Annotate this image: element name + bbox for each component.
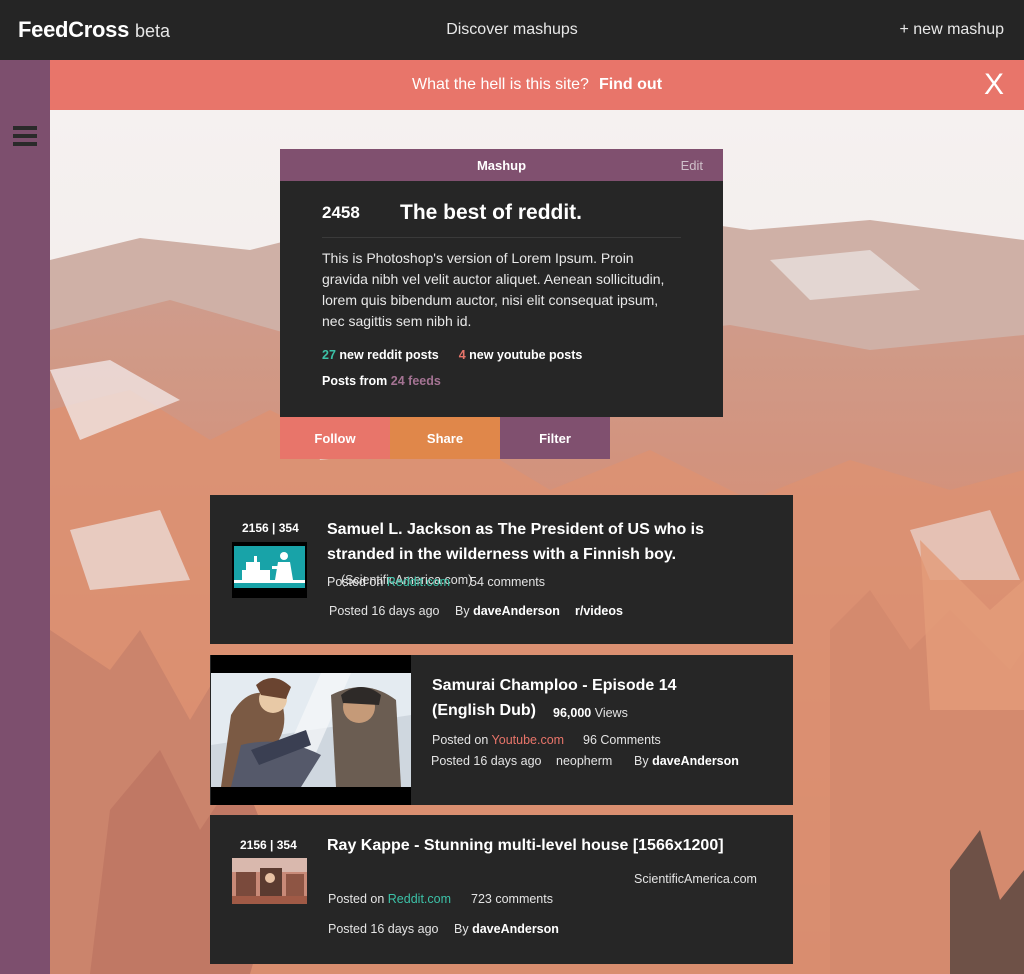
youtube-posts-stat: 4 new youtube posts <box>459 348 583 362</box>
discover-mashups-link[interactable]: Discover mashups <box>446 21 578 38</box>
mashup-score: 2458 <box>322 203 360 222</box>
video-title-line1[interactable]: Samurai Champloo - Episode 14 <box>432 677 677 694</box>
comments-link[interactable]: 723 comments <box>471 892 553 906</box>
post-source: ScientificAmerica.com <box>634 872 757 886</box>
edit-mashup-link[interactable]: Edit <box>681 158 703 173</box>
comments-link[interactable]: 54 comments <box>470 575 545 589</box>
posted-on-label: Posted on <box>328 892 385 906</box>
mashup-card: Mashup Edit 2458 The best of reddit. Thi… <box>280 149 723 417</box>
follow-button[interactable]: Follow <box>280 417 390 459</box>
post-age: Posted 16 days ago <box>431 754 542 768</box>
post-card: 2156 | 354 Ray Kappe - Stunning multi-le… <box>210 815 793 964</box>
channel-link[interactable]: neopherm <box>556 754 612 768</box>
views-label: Views <box>594 706 628 720</box>
posted-on-label: Posted on <box>327 575 384 589</box>
posted-on-label: Posted on <box>432 733 489 747</box>
hamburger-menu-icon[interactable] <box>13 126 37 146</box>
info-banner: What the hell is this site? Find out X <box>50 60 1024 110</box>
post-title-text[interactable]: Samuel L. Jackson as The President of US… <box>327 521 704 563</box>
author-link[interactable]: daveAnderson <box>473 604 560 618</box>
post-thumbnail[interactable] <box>232 542 307 598</box>
feeds-prefix: Posts from <box>322 374 388 388</box>
site-link[interactable]: Reddit.com <box>388 892 451 906</box>
post-age: Posted 16 days ago <box>329 604 440 618</box>
mashup-description: This is Photoshop's version of Lorem Ips… <box>322 250 665 329</box>
post-author: By daveAnderson <box>454 922 559 936</box>
close-banner-button[interactable]: X <box>984 68 1004 102</box>
vote-counts: 2156 | 354 <box>240 838 297 852</box>
video-post-card: Samurai Champloo - Episode 14 (English D… <box>210 655 793 805</box>
reddit-count: 27 <box>322 348 336 362</box>
feeds-count-line: Posts from 24 feeds <box>322 374 681 388</box>
mashup-header-label: Mashup <box>476 157 527 173</box>
video-views: 96,000 Views <box>553 706 628 720</box>
mashup-title: The best of reddit. <box>400 201 583 224</box>
post-title-text[interactable]: Ray Kappe - Stunning multi-level house [… <box>327 837 724 854</box>
brand-name[interactable]: FeedCross <box>18 17 129 43</box>
mashup-stats: 27 new reddit posts 4 new youtube posts <box>322 348 681 362</box>
video-thumbnail[interactable] <box>211 655 411 805</box>
video-origin: Posted on Youtube.com <box>432 733 564 747</box>
mashup-title-row: 2458 The best of reddit. <box>322 201 681 238</box>
site-link[interactable]: Reddit.com <box>387 575 450 589</box>
by-label: By <box>454 922 469 936</box>
find-out-link[interactable]: Find out <box>599 76 662 94</box>
mashup-header: Mashup Edit <box>280 149 723 181</box>
video-title-line2[interactable]: (English Dub) <box>432 702 536 719</box>
banner-question: What the hell is this site? <box>411 76 589 93</box>
author-link[interactable]: daveAnderson <box>652 754 739 768</box>
views-count: 96,000 <box>553 706 592 720</box>
subreddit-link[interactable]: r/videos <box>575 604 623 618</box>
post-thumbnail[interactable] <box>232 858 307 904</box>
share-button[interactable]: Share <box>390 417 500 459</box>
author-link[interactable]: daveAnderson <box>472 922 559 936</box>
youtube-count: 4 <box>458 348 466 362</box>
post-card: 2156 | 354 Samuel L. Jackson as The Pres… <box>210 495 793 644</box>
post-origin: Posted on Reddit.com <box>328 892 451 906</box>
person-at-counter-icon <box>232 542 307 598</box>
sidebar <box>0 60 50 974</box>
comments-link[interactable]: 96 Comments <box>583 733 661 747</box>
post-author: By daveAnderson <box>455 604 560 618</box>
by-label: By <box>455 604 470 618</box>
post-title-link[interactable]: Ray Kappe - Stunning multi-level house [… <box>327 833 767 858</box>
post-age: Posted 16 days ago <box>328 922 439 936</box>
feeds-count-link[interactable]: 24 feeds <box>391 374 441 388</box>
top-navbar: FeedCross beta Discover mashups + new ma… <box>0 0 1024 60</box>
mashup-actions: Follow Share Filter <box>280 417 610 459</box>
reddit-label: new reddit posts <box>339 348 439 362</box>
reddit-posts-stat: 27 new reddit posts <box>322 348 439 362</box>
brand-tag: beta <box>135 21 171 41</box>
post-author: By daveAnderson <box>634 754 739 768</box>
brand-logo[interactable]: FeedCross beta <box>18 17 170 43</box>
site-link[interactable]: Youtube.com <box>492 733 565 747</box>
youtube-label: new youtube posts <box>469 348 583 362</box>
new-mashup-link[interactable]: + new mashup <box>899 21 1004 39</box>
vote-counts: 2156 | 354 <box>242 521 299 535</box>
by-label: By <box>634 754 649 768</box>
post-origin: Posted on Reddit.com <box>327 575 450 589</box>
filter-button[interactable]: Filter <box>500 417 610 459</box>
